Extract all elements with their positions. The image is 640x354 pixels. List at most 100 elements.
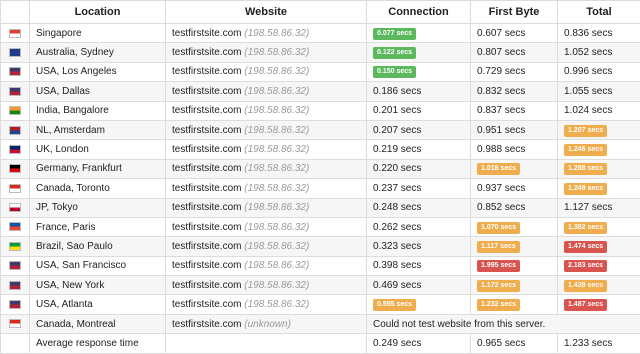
ip-address: (198.58.86.32) (244, 241, 309, 252)
site-name: testfirstsite.com (172, 260, 241, 271)
ip-address: (198.58.86.32) (244, 144, 309, 155)
time-value: 0.262 secs (373, 222, 421, 233)
flag-cell (1, 101, 30, 120)
time-value: 0.852 secs (477, 202, 525, 213)
first-byte-cell: 1.117 secs (471, 237, 558, 256)
table-row: JP, Tokyotestfirstsite.com (198.58.86.32… (1, 198, 640, 217)
location-cell: Australia, Sydney (30, 43, 166, 62)
total-cell: 1.439 secs (558, 276, 640, 295)
website-cell: testfirstsite.com (198.58.86.32) (166, 295, 367, 314)
total-cell: 1.382 secs (558, 217, 640, 236)
first-byte-cell: 0.937 secs (471, 179, 558, 198)
total-cell: 0.996 secs (558, 62, 640, 81)
website-cell: testfirstsite.com (198.58.86.32) (166, 198, 367, 217)
site-name: testfirstsite.com (172, 66, 241, 77)
failed-row: Canada, Montreal testfirstsite.com (unkn… (1, 314, 640, 333)
usa-flag-icon (9, 87, 21, 96)
error-message: Could not test website from this server. (367, 314, 640, 333)
site-name: testfirstsite.com (172, 163, 241, 174)
flag-cell (1, 276, 30, 295)
netherlands-flag-icon (9, 126, 21, 135)
first-byte-cell: 1.232 secs (471, 295, 558, 314)
time-value: 0.220 secs (373, 163, 421, 174)
table-row: NL, Amsterdamtestfirstsite.com (198.58.8… (1, 120, 640, 139)
australia-flag-icon (9, 48, 21, 57)
time-value: 0.207 secs (373, 125, 421, 136)
ip-address: (unknown) (244, 319, 291, 330)
website-cell: testfirstsite.com (198.58.86.32) (166, 140, 367, 159)
table-header-row: Location Website Connection First Byte T… (1, 1, 640, 24)
first-byte-cell: 0.807 secs (471, 43, 558, 62)
germany-flag-icon (9, 164, 21, 173)
flag-cell (1, 295, 30, 314)
location-cell: USA, Los Angeles (30, 62, 166, 81)
ip-address: (198.58.86.32) (244, 125, 309, 136)
time-badge: 1.995 secs (477, 260, 520, 272)
website-cell: testfirstsite.com (198.58.86.32) (166, 256, 367, 275)
time-badge: 1.474 secs (564, 241, 607, 253)
time-badge: 1.487 secs (564, 299, 607, 311)
table-row: USA, New Yorktestfirstsite.com (198.58.8… (1, 276, 640, 295)
website-cell: testfirstsite.com (unknown) (166, 314, 367, 333)
first-byte-cell: 0.852 secs (471, 198, 558, 217)
canada-flag-icon (9, 184, 21, 193)
first-byte-column-header: First Byte (471, 1, 558, 24)
time-value: 0.832 secs (477, 86, 525, 97)
time-badge: 0.150 secs (373, 66, 416, 78)
flag-cell (1, 159, 30, 178)
flag-cell (1, 82, 30, 101)
location-cell: Canada, Toronto (30, 179, 166, 198)
japan-flag-icon (9, 203, 21, 212)
total-cell: 0.836 secs (558, 24, 640, 43)
ip-address: (198.58.86.32) (244, 66, 309, 77)
time-value: 0.729 secs (477, 66, 525, 77)
avg-first-byte: 0.965 secs (471, 334, 558, 353)
response-time-table: Location Website Connection First Byte T… (0, 0, 640, 354)
website-cell: testfirstsite.com (198.58.86.32) (166, 276, 367, 295)
total-cell: 1.487 secs (558, 295, 640, 314)
time-badge: 1.439 secs (564, 280, 607, 292)
connection-cell: 0.122 secs (367, 43, 471, 62)
location-cell: India, Bangalore (30, 101, 166, 120)
total-cell: 1.474 secs (558, 237, 640, 256)
connection-cell: 0.323 secs (367, 237, 471, 256)
ip-address: (198.58.86.32) (244, 260, 309, 271)
website-cell: testfirstsite.com (198.58.86.32) (166, 159, 367, 178)
time-value: 0.836 secs (564, 28, 612, 39)
table-row: Singaporetestfirstsite.com (198.58.86.32… (1, 24, 640, 43)
first-byte-cell: 0.607 secs (471, 24, 558, 43)
site-name: testfirstsite.com (172, 125, 241, 136)
location-cell: France, Paris (30, 217, 166, 236)
avg-connection: 0.249 secs (367, 334, 471, 353)
site-name: testfirstsite.com (172, 222, 241, 233)
location-cell: UK, London (30, 140, 166, 159)
location-column-header: Location (30, 1, 166, 24)
location-cell: USA, San Francisco (30, 256, 166, 275)
time-badge: 0.595 secs (373, 299, 416, 311)
connection-cell: 0.077 secs (367, 24, 471, 43)
summary-row: Average response time 0.249 secs 0.965 s… (1, 334, 640, 353)
time-badge: 0.122 secs (373, 47, 416, 59)
time-badge: 1.172 secs (477, 280, 520, 292)
connection-cell: 0.262 secs (367, 217, 471, 236)
time-value: 0.607 secs (477, 28, 525, 39)
website-cell: testfirstsite.com (198.58.86.32) (166, 24, 367, 43)
table-row: USA, Atlantatestfirstsite.com (198.58.86… (1, 295, 640, 314)
site-name: testfirstsite.com (172, 280, 241, 291)
ip-address: (198.58.86.32) (244, 299, 309, 310)
location-cell: USA, Dallas (30, 82, 166, 101)
time-value: 0.219 secs (373, 144, 421, 155)
connection-cell: 0.595 secs (367, 295, 471, 314)
site-name: testfirstsite.com (172, 319, 241, 330)
first-byte-cell: 1.995 secs (471, 256, 558, 275)
time-badge: 1.018 secs (477, 163, 520, 175)
time-value: 0.469 secs (373, 280, 421, 291)
site-name: testfirstsite.com (172, 28, 241, 39)
site-name: testfirstsite.com (172, 86, 241, 97)
time-badge: 0.077 secs (373, 28, 416, 40)
time-badge: 1.249 secs (564, 183, 607, 195)
table-row: Australia, Sydneytestfirstsite.com (198.… (1, 43, 640, 62)
first-byte-cell: 0.988 secs (471, 140, 558, 159)
time-value: 0.201 secs (373, 105, 421, 116)
india-flag-icon (9, 106, 21, 115)
